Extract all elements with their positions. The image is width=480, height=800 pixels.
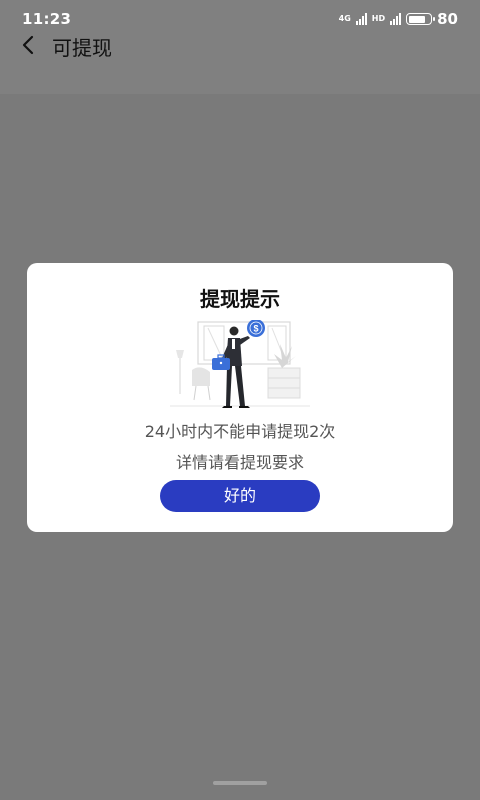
chevron-left-icon[interactable] [18, 34, 40, 56]
svg-text:$: $ [253, 324, 258, 334]
dialog-title: 提现提示 [200, 287, 280, 311]
battery-icon [406, 13, 436, 25]
hd-tag: HD [371, 14, 386, 23]
battery-level: 80 [437, 10, 458, 28]
status-time: 11:23 [22, 10, 72, 28]
man-with-briefcase-dollar-icon: $ [170, 320, 310, 408]
signal-icon [355, 13, 367, 25]
ok-button[interactable]: 好的 [160, 480, 320, 512]
network-tag: 4G [338, 14, 351, 23]
dialog-message-line1: 24小时内不能申请提现2次 [144, 422, 336, 441]
status-bar: 11:23 4G HD 80 [0, 0, 480, 30]
home-indicator[interactable] [213, 781, 267, 785]
status-icons: 4G HD 80 [339, 10, 458, 28]
nav-bar: 可提现 [0, 28, 480, 62]
withdraw-tip-dialog: 提现提示 $ 24小时内不能申请提现2次 详情请看提现要求 好的 [27, 263, 453, 532]
page-title: 可提现 [52, 36, 112, 60]
dialog-message-line2: 详情请看提现要求 [175, 453, 304, 472]
signal-icon-2 [390, 13, 402, 25]
